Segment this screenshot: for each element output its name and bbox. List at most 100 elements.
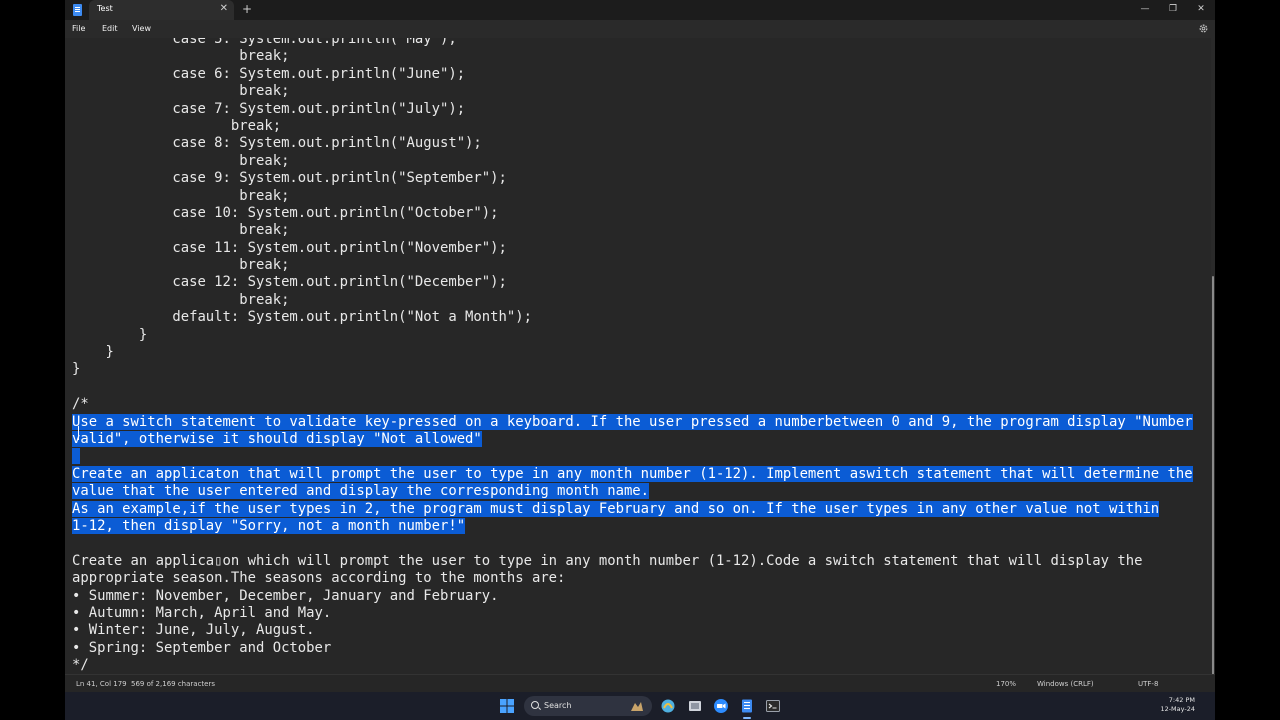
code-line[interactable]: Create an applica▯on which will prompt t… xyxy=(72,553,1193,570)
tab-close-icon[interactable]: ✕ xyxy=(220,2,228,16)
code-line[interactable]: • Summer: November, December, January an… xyxy=(72,588,1193,605)
taskbar-search[interactable]: Search xyxy=(524,696,652,716)
code-line[interactable] xyxy=(72,535,1193,552)
code-line-text: 1-12, then display "Sorry, not a month n… xyxy=(72,517,466,534)
terminal-icon[interactable] xyxy=(765,698,781,714)
code-line[interactable]: Create an applicaton that will prompt th… xyxy=(72,465,1193,483)
search-icon xyxy=(531,701,539,709)
code-line-text: break; xyxy=(72,222,290,239)
code-line-text: case 10: System.out.println("October"); xyxy=(72,204,499,221)
code-line[interactable]: case 6: System.out.println("June"); xyxy=(72,66,1193,83)
code-line-text: case 11: System.out.println("November"); xyxy=(72,239,507,256)
scrollbar-thumb[interactable] xyxy=(1212,276,1214,696)
menu-file[interactable]: File xyxy=(72,24,85,33)
menu-edit[interactable]: Edit xyxy=(102,24,118,33)
code-line-text: case 9: System.out.println("September"); xyxy=(72,170,507,187)
code-line[interactable]: break; xyxy=(72,222,1193,239)
code-line[interactable]: } xyxy=(72,327,1193,344)
code-line-text: break; xyxy=(72,83,290,100)
code-line[interactable]: 1-12, then display "Sorry, not a month n… xyxy=(72,517,1193,535)
code-line[interactable]: } xyxy=(72,361,1193,378)
code-line[interactable]: As an example,if the user types in 2, th… xyxy=(72,500,1193,518)
menu-bar: File Edit View xyxy=(65,20,1215,38)
file-explorer-icon[interactable] xyxy=(687,698,703,714)
code-line[interactable]: • Spring: September and October xyxy=(72,640,1193,657)
notepad-app-icon xyxy=(73,4,82,16)
character-count: 569 of 2,169 characters xyxy=(131,680,215,688)
tab-title: Test xyxy=(97,4,113,13)
editor-content[interactable]: case 5: System.out.println("May"); break… xyxy=(72,38,1193,673)
gear-icon[interactable] xyxy=(1198,23,1209,34)
code-line-text: Create an applicaton that will prompt th… xyxy=(72,465,1193,482)
code-line[interactable]: • Winter: June, July, August. xyxy=(72,622,1193,639)
zoom-app-icon[interactable] xyxy=(713,698,729,714)
code-line[interactable]: case 12: System.out.println("December"); xyxy=(72,274,1193,291)
cursor-position[interactable]: Ln 41, Col 179 xyxy=(76,680,127,688)
text-caret xyxy=(78,426,79,440)
code-line-text: As an example,if the user types in 2, th… xyxy=(72,500,1160,517)
code-line-text: value that the user entered and display … xyxy=(72,483,650,500)
title-bar: Test ✕ + — ❐ ✕ xyxy=(65,0,1215,20)
close-window-button[interactable]: ✕ xyxy=(1191,2,1211,16)
code-line-text: } xyxy=(72,361,81,378)
code-line-text: default: System.out.println("Not a Month… xyxy=(72,309,532,326)
code-line-text: /* xyxy=(72,396,89,413)
code-line-text: • Spring: September and October xyxy=(72,639,332,656)
code-line-text: break; xyxy=(72,117,282,134)
minimize-button[interactable]: — xyxy=(1135,2,1155,16)
code-line[interactable]: valid", otherwise it should display "Not… xyxy=(72,430,1193,448)
code-line-text: appropriate season.The seasons according… xyxy=(72,570,566,587)
code-line-text: • Winter: June, July, August. xyxy=(72,622,315,639)
code-line-text: valid", otherwise it should display "Not… xyxy=(72,430,482,447)
code-line[interactable]: break; xyxy=(72,48,1193,65)
code-line[interactable]: appropriate season.The seasons according… xyxy=(72,570,1193,587)
code-line-text: } xyxy=(72,326,148,343)
code-line[interactable]: case 11: System.out.println("November"); xyxy=(72,240,1193,257)
code-line[interactable]: break; xyxy=(72,83,1193,100)
menu-view[interactable]: View xyxy=(132,24,151,33)
vertical-scrollbar[interactable] xyxy=(1211,38,1215,696)
zoom-level[interactable]: 170% xyxy=(996,680,1016,688)
code-line-text: */ xyxy=(72,657,89,673)
code-line[interactable]: } xyxy=(72,344,1193,361)
code-line[interactable]: break; xyxy=(72,188,1193,205)
code-line-text: case 8: System.out.println("August"); xyxy=(72,135,482,152)
new-tab-button[interactable]: + xyxy=(242,2,252,16)
maximize-button[interactable]: ❐ xyxy=(1163,2,1183,16)
code-line[interactable]: break; xyxy=(72,292,1193,309)
code-line[interactable]: case 10: System.out.println("October"); xyxy=(72,205,1193,222)
code-line[interactable]: case 8: System.out.println("August"); xyxy=(72,135,1193,152)
code-line-text: case 12: System.out.println("December"); xyxy=(72,274,507,291)
code-line[interactable]: case 5: System.out.println("May"); xyxy=(72,38,1193,48)
code-line[interactable]: value that the user entered and display … xyxy=(72,483,1193,500)
notepad-taskbar-icon[interactable] xyxy=(739,698,755,714)
text-editor[interactable]: case 5: System.out.println("May"); break… xyxy=(65,38,1211,673)
status-bar: Ln 41, Col 179 569 of 2,169 characters 1… xyxy=(65,674,1215,692)
encoding[interactable]: UTF-8 xyxy=(1138,680,1158,688)
code-line[interactable]: */ xyxy=(72,657,1193,673)
search-label: Search xyxy=(544,701,572,710)
copilot-icon[interactable] xyxy=(660,698,676,714)
code-line[interactable]: case 7: System.out.println("July"); xyxy=(72,101,1193,118)
code-line[interactable]: • Autumn: March, April and May. xyxy=(72,605,1193,622)
code-line-text: break; xyxy=(72,257,290,274)
code-line-text: break; xyxy=(72,187,290,204)
code-line[interactable]: Use a switch statement to validate key-p… xyxy=(72,413,1193,431)
line-ending[interactable]: Windows (CRLF) xyxy=(1037,680,1094,688)
clock-time: 7:42 PM xyxy=(1168,696,1195,704)
clock-date: 12-May-24 xyxy=(1160,705,1195,713)
code-line[interactable]: break; xyxy=(72,257,1193,274)
taskbar: Search 7:42 PM 12-May-24 xyxy=(65,692,1215,720)
code-line[interactable]: break; xyxy=(72,118,1193,135)
notepad-window: Test ✕ + — ❐ ✕ File Edit View case 5: Sy… xyxy=(65,0,1215,720)
code-line[interactable]: break; xyxy=(72,153,1193,170)
code-line[interactable]: /* xyxy=(72,396,1193,413)
system-clock[interactable]: 7:42 PM 12-May-24 xyxy=(1160,696,1195,714)
code-line[interactable]: default: System.out.println("Not a Month… xyxy=(72,309,1193,326)
tab-test[interactable]: Test ✕ xyxy=(89,0,234,20)
windows-start-icon[interactable] xyxy=(499,698,515,714)
code-line[interactable] xyxy=(72,448,1193,465)
code-line-text: • Summer: November, December, January an… xyxy=(72,587,499,604)
code-line[interactable] xyxy=(72,379,1193,396)
code-line[interactable]: case 9: System.out.println("September"); xyxy=(72,170,1193,187)
